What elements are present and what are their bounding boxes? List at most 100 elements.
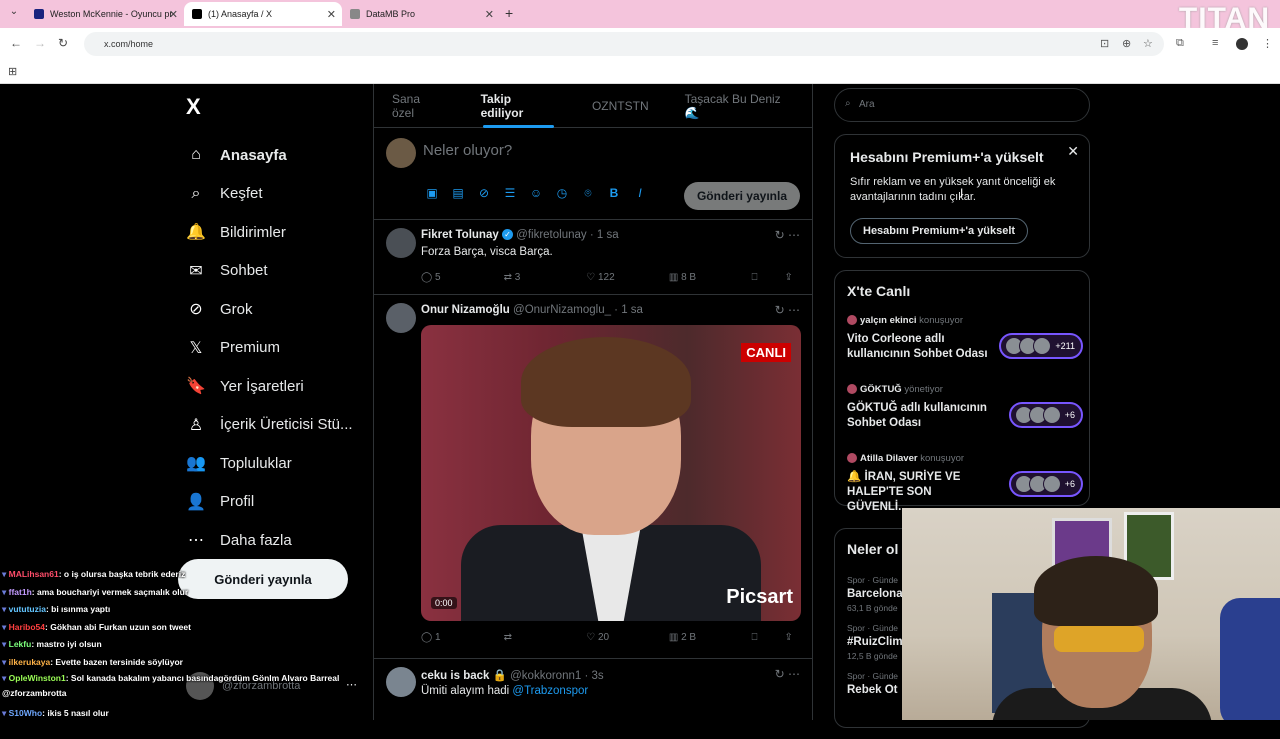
sidebar-item-6[interactable]: 🔖 Yer İşaretleri <box>186 367 366 406</box>
avatar[interactable] <box>386 303 416 333</box>
chat-message: ▾ ilkerukaya: Evette bazen tersinide söy… <box>2 656 183 667</box>
browser-tab-1[interactable]: Weston McKennie - Oyuncu pr ✕ <box>26 2 184 26</box>
install-icon[interactable]: ⊡ <box>1100 37 1109 50</box>
trend-item[interactable]: Spor · Günde Barcelona 63,1 B gönde <box>847 575 903 613</box>
tweet-handle[interactable]: @fikretolunay · 1 sa <box>516 229 618 241</box>
reply-button[interactable]: ◯ 1 <box>421 632 504 643</box>
location-icon[interactable]: ⌾ <box>580 186 596 201</box>
extensions-icon[interactable]: ⧉ <box>1176 37 1184 50</box>
sidebar-item-7[interactable]: ♙ İçerik Üreticisi Stü... <box>186 406 366 445</box>
tweet-more-icon[interactable]: ↻ ⋯ <box>775 303 800 317</box>
sidebar-item-label: Sohbet <box>220 262 268 280</box>
grok-icon[interactable]: ⊘ <box>476 186 492 201</box>
tweet-author[interactable]: ceku is back 🔒 <box>421 670 507 682</box>
share-icon[interactable]: ⇪ <box>784 632 801 643</box>
mention-link[interactable]: @Trabzonspor <box>512 685 588 697</box>
poll-icon[interactable]: ☰ <box>502 186 518 201</box>
bookmark-icon[interactable]: ⎕ <box>751 632 784 643</box>
emoji-icon[interactable]: ☺ <box>528 186 544 201</box>
live-space[interactable]: Atilla Dilaver konuşuyor 🔔 İRAN, SURİYE V… <box>847 453 1083 515</box>
sidebar-item-9[interactable]: 👤 Profil <box>186 483 366 522</box>
star-icon[interactable]: ☆ <box>1143 37 1153 50</box>
sidebar-item-4[interactable]: ⊘ Grok <box>186 290 366 329</box>
browser-tab-2[interactable]: (1) Anasayfa / X ✕ <box>184 2 342 26</box>
browser-tab-3[interactable]: DataMB Pro ✕ <box>342 2 500 26</box>
like-button[interactable]: ♡ 20 <box>586 632 669 643</box>
live-space[interactable]: yalçın ekinci konuşuyor Vito Corleone adl… <box>847 315 1083 362</box>
retweet-button[interactable]: ⇄ 3 <box>504 272 587 283</box>
sidebar-item-label: Grok <box>220 300 253 318</box>
like-button[interactable]: ♡ 122 <box>586 272 669 283</box>
timeline-tab-1[interactable]: Takip ediliyor <box>463 84 574 128</box>
space-listeners[interactable]: +6 <box>1008 402 1083 428</box>
compose-post-button[interactable]: Gönderi yayınla <box>683 182 800 210</box>
tweet-author[interactable]: Onur Nizamoğlu <box>421 304 510 316</box>
timeline-tab-0[interactable]: Sana özel <box>374 84 463 128</box>
close-icon[interactable]: ✕ <box>1067 143 1079 160</box>
reply-button[interactable]: ◯ 5 <box>421 272 504 283</box>
avatar[interactable] <box>386 667 416 697</box>
avatar <box>1033 337 1052 355</box>
new-tab-button[interactable]: + <box>505 5 513 21</box>
sidebar-item-10[interactable]: ⋯ Daha fazla <box>186 521 366 560</box>
share-icon[interactable]: ⇪ <box>784 272 801 283</box>
streamer-hair <box>1034 556 1158 626</box>
tweet[interactable]: ceku is back 🔒 @kokkoronn1 · 3s ↻ ⋯ Ümit… <box>374 659 812 739</box>
sidebar-item-5[interactable]: 𝕏 Premium <box>186 329 366 368</box>
premium-title: Hesabını Premium+'a yükselt <box>850 149 1044 165</box>
tweet-video[interactable]: CANLI Picsart 0:00 <box>421 325 801 621</box>
tweet-handle[interactable]: @OnurNizamoglu_ · 1 sa <box>513 304 643 316</box>
tweet-handle[interactable]: @kokkoronn1 · 3s <box>510 670 604 682</box>
italic-icon[interactable]: I <box>632 186 648 201</box>
nav-icon: 𝕏 <box>189 339 203 357</box>
chat-message: ▾ vututuzia: bi ısınma yaptı <box>2 604 111 614</box>
menu-icon[interactable]: ⋮ <box>1262 37 1273 50</box>
back-icon[interactable]: ← <box>10 36 22 50</box>
tweet-author[interactable]: Fikret Tolunay <box>421 229 499 241</box>
bold-icon[interactable]: B <box>606 186 622 201</box>
profile-avatar[interactable] <box>1236 38 1248 50</box>
video-watermark: Picsart <box>726 586 793 608</box>
tweet-more-icon[interactable]: ↻ ⋯ <box>775 228 800 242</box>
schedule-icon[interactable]: ◷ <box>554 186 570 201</box>
tweet-more-icon[interactable]: ↻ ⋯ <box>775 667 800 681</box>
tab-close-icon[interactable]: ✕ <box>485 8 494 21</box>
sidebar-item-0[interactable]: ⌂ Anasayfa <box>186 136 366 175</box>
url-field[interactable]: x.com/home <box>84 32 1164 56</box>
media-icon[interactable]: ≡ <box>1212 37 1218 49</box>
retweet-button[interactable]: ⇄ <box>504 632 587 643</box>
space-listeners[interactable]: +211 <box>999 333 1083 359</box>
trend-item[interactable]: Spor · Günde #RuizClim 12,5 B gönde <box>847 623 903 661</box>
zoom-icon[interactable]: ⊕ <box>1122 37 1131 50</box>
tweet[interactable]: Fikret Tolunay ✓ @fikretolunay · 1 sa ↻ … <box>374 220 812 295</box>
views-button[interactable]: ▥ 2 B <box>669 632 752 643</box>
reload-icon[interactable]: ↻ <box>58 36 68 50</box>
tweet[interactable]: Onur Nizamoğlu @OnurNizamoglu_ · 1 sa ↻ … <box>374 295 812 659</box>
timeline-tabs: Sana özel Takip ediliyor OZNTSTN Taşacak Bu… <box>374 84 812 128</box>
tab-search-icon[interactable]: ⌄ <box>6 6 22 22</box>
avatar[interactable] <box>386 228 416 258</box>
sidebar-item-1[interactable]: ⌕ Keşfet <box>186 175 366 214</box>
space-listeners[interactable]: +6 <box>1008 471 1083 497</box>
x-logo-icon[interactable]: X <box>186 94 201 120</box>
space-host: Atilla Dilaver konuşuyor <box>847 453 1083 464</box>
timeline-tab-3[interactable]: Taşacak Bu Deniz🌊 <box>667 84 812 128</box>
tweet-text-body: Ümiti alayım hadi <box>421 685 513 697</box>
sidebar-item-3[interactable]: ✉ Sohbet <box>186 252 366 291</box>
sidebar-item-8[interactable]: 👥 Topluluklar <box>186 444 366 483</box>
search-input[interactable]: ⌕ Ara <box>834 88 1090 122</box>
compose-input[interactable]: Neler oluyor? <box>423 142 512 159</box>
forward-icon[interactable]: → <box>34 36 46 50</box>
tab-close-icon[interactable]: ✕ <box>327 8 336 21</box>
bookmark-icon[interactable]: ⎕ <box>751 272 784 283</box>
gif-icon[interactable]: ▤ <box>450 186 466 201</box>
apps-grid-icon[interactable]: ⊞ <box>8 65 17 78</box>
views-button[interactable]: ▥ 8 B <box>669 272 752 283</box>
trend-item[interactable]: Spor · Günde Rebek Ot <box>847 671 898 699</box>
tab-close-icon[interactable]: ✕ <box>169 8 178 21</box>
image-icon[interactable]: ▣ <box>424 186 440 201</box>
timeline-tab-2[interactable]: OZNTSTN <box>574 84 667 128</box>
sidebar-item-2[interactable]: 🔔 Bildirimler <box>186 213 366 252</box>
premium-upgrade-button[interactable]: Hesabını Premium+'a yükselt <box>850 218 1029 244</box>
live-space[interactable]: GÖKTUĞ yönetiyor GÖKTUĞ adlı kullanıcının… <box>847 384 1083 431</box>
